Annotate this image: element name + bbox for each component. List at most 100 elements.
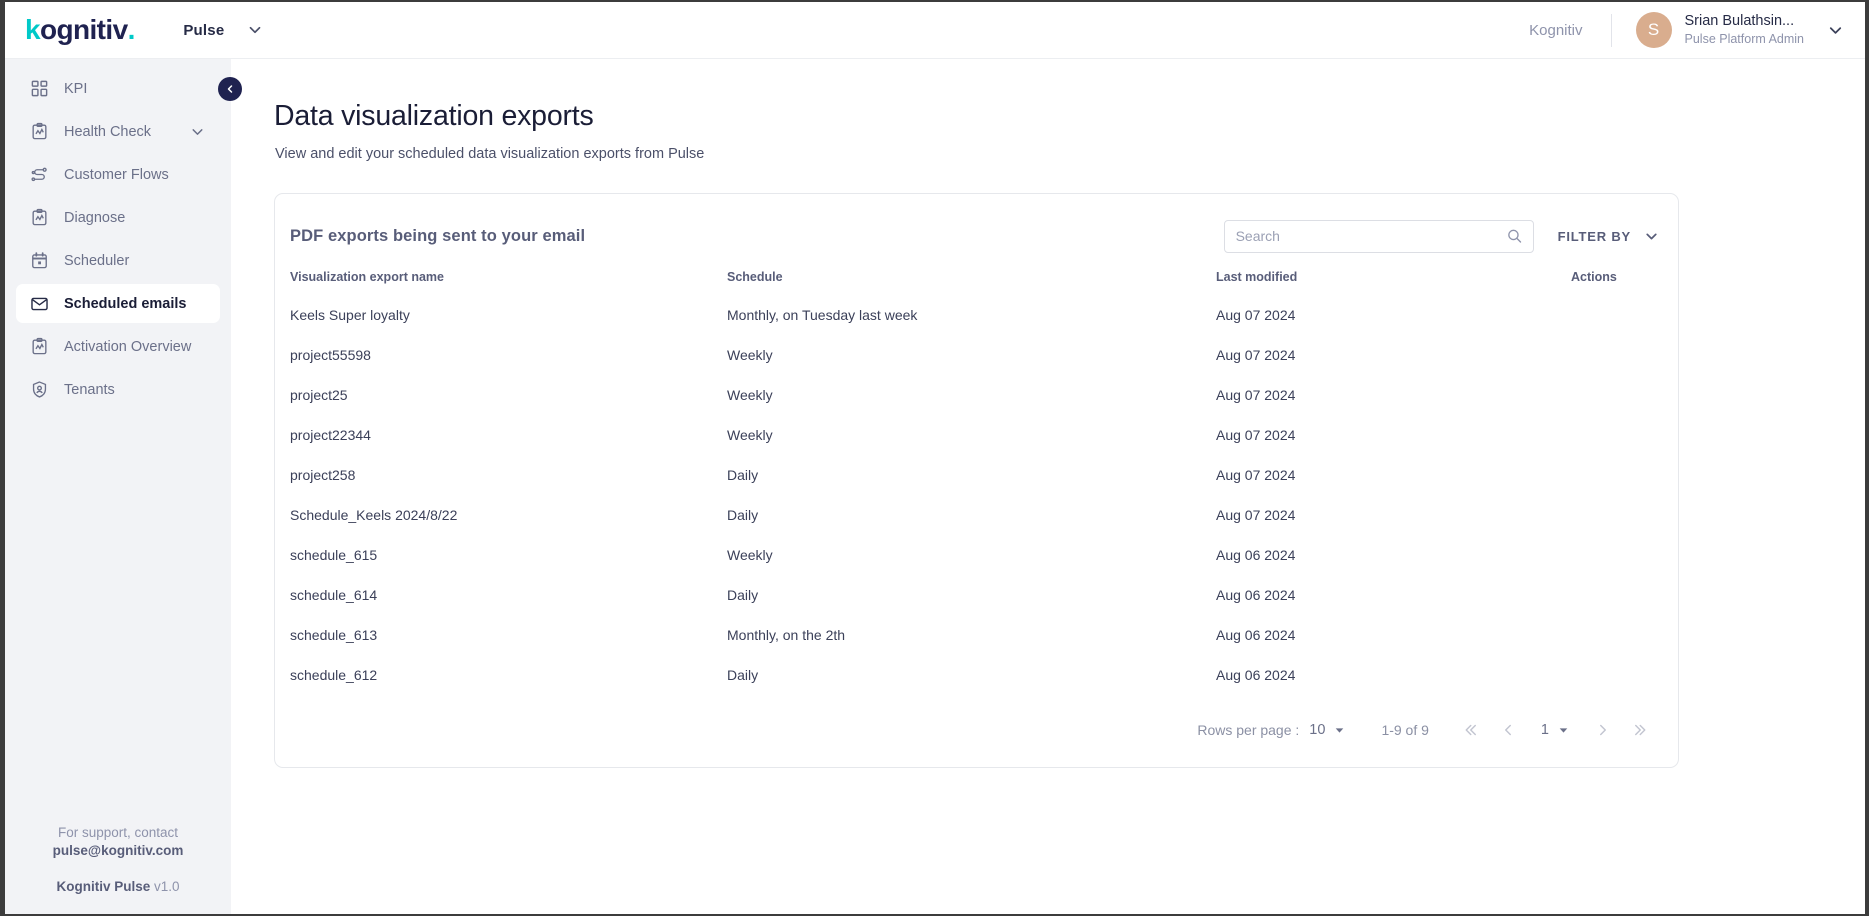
search-box[interactable] [1223,219,1534,253]
actions-cell[interactable] [1571,455,1678,495]
schedule-cell: Daily [727,587,759,603]
table-header: Visualization export name Schedule Last … [275,258,1678,295]
product-name-label: Kognitiv Pulse [56,879,151,894]
sidebar-item-tenants[interactable]: Tenants [16,370,220,409]
envelope-icon [30,294,49,313]
column-header-name[interactable]: Visualization export name [275,258,727,295]
actions-cell[interactable] [1571,415,1678,455]
user-menu-chevron[interactable] [1826,21,1845,40]
clipboard-chart-icon [30,337,49,356]
card-header: PDF exports being sent to your email FIL… [275,194,1678,258]
export-name-cell: schedule_612 [290,667,378,683]
sidebar-item-diagnose[interactable]: Diagnose [16,198,220,237]
table-row[interactable]: project258 Daily Aug 07 2024 [275,455,1678,495]
version-number-label: v1.0 [154,879,180,894]
actions-cell[interactable] [1571,655,1678,695]
table-row[interactable]: schedule_612 Daily Aug 06 2024 [275,655,1678,695]
actions-cell[interactable] [1571,335,1678,375]
sidebar-item-label: Scheduler [64,252,130,269]
app-switcher-button[interactable] [246,21,264,39]
search-icon[interactable] [1506,228,1523,245]
table-row[interactable]: schedule_614 Daily Aug 06 2024 [275,575,1678,615]
table-row[interactable]: project25 Weekly Aug 07 2024 [275,375,1678,415]
exports-card: PDF exports being sent to your email FIL… [274,193,1679,768]
column-header-schedule[interactable]: Schedule [727,258,1216,295]
actions-cell[interactable] [1571,375,1678,415]
table-row[interactable]: Keels Super loyalty Monthly, on Tuesday l… [275,295,1678,335]
sidebar-item-scheduled-emails[interactable]: Scheduled emails [16,284,220,323]
sidebar-item-health-check[interactable]: Health Check [16,112,220,151]
user-meta: Srian Bulathsin... Pulse Platform Admin [1685,12,1805,48]
last-page-button[interactable] [1622,715,1660,745]
chevron-left-icon [224,83,236,95]
last-modified-cell: Aug 07 2024 [1216,467,1296,483]
actions-cell[interactable] [1571,495,1678,535]
kognitiv-logo[interactable]: k ognitiv. [25,14,135,46]
sidebar-item-label: Activation Overview [64,338,192,355]
schedule-cell: Weekly [727,387,773,403]
double-chevron-left-icon [1461,721,1479,739]
browser-page-frame: k ognitiv. Pulse Kognitiv S Srian Bulaths… [0,0,1869,916]
sidebar-item-label: KPI [64,80,88,97]
sidebar-item-label: Diagnose [64,209,126,226]
export-name-cell: project55598 [290,347,371,363]
schedule-cell: Weekly [727,547,773,563]
chevron-down-icon[interactable] [189,123,206,140]
table-row[interactable]: schedule_615 Weekly Aug 06 2024 [275,535,1678,575]
first-page-button[interactable] [1451,715,1489,745]
export-name-cell: schedule_614 [290,587,378,603]
sidebar-item-customer-flows[interactable]: Customer Flows [16,155,220,194]
schedule-cell: Monthly, on Tuesday last week [727,307,918,323]
last-modified-cell: Aug 07 2024 [1216,347,1296,363]
table-header-row: Visualization export name Schedule Last … [275,258,1678,295]
sidebar-item-kpi[interactable]: KPI [16,69,220,108]
shield-user-icon [30,380,49,399]
chevron-down-icon [246,21,264,39]
sidebar-item-scheduler[interactable]: Scheduler [16,241,220,280]
support-contact-label: For support, contact [57,825,179,840]
clipboard-chart-icon [30,208,49,227]
support-email-link[interactable]: pulse@kognitiv.com [5,843,231,858]
table-body: Keels Super loyalty Monthly, on Tuesday l… [275,295,1678,695]
sidebar-footer: For support, contact pulse@kognitiv.com … [5,825,231,914]
table-row[interactable]: project22344 Weekly Aug 07 2024 [275,415,1678,455]
table-row[interactable]: schedule_613 Monthly, on the 2th Aug 06 20… [275,615,1678,655]
page-number-select[interactable]: 1 [1541,722,1570,738]
column-header-modified[interactable]: Last modified [1216,258,1571,295]
previous-page-button[interactable] [1489,715,1527,745]
schedule-cell: Daily [727,667,759,683]
user-menu-button[interactable]: S Srian Bulathsin... Pulse Platform Admi… [1612,2,1866,58]
search-input[interactable] [1224,220,1533,252]
user-role-label: Pulse Platform Admin [1684,32,1805,47]
table-row[interactable]: project55598 Weekly Aug 07 2024 [275,335,1678,375]
calendar-icon [30,251,49,270]
last-modified-cell: Aug 07 2024 [1216,307,1296,323]
table-row[interactable]: Schedule_Keels 2024/8/22 Daily Aug 07 2024 [275,495,1678,535]
last-modified-cell: Aug 06 2024 [1216,627,1296,643]
schedule-cell: Daily [727,467,759,483]
last-modified-cell: Aug 06 2024 [1216,587,1296,603]
rows-per-page-select[interactable]: 10 [1309,722,1346,738]
sidebar-item-activation-overview[interactable]: Activation Overview [16,327,220,366]
version-line: Kognitiv Pulse v1.0 [5,879,231,894]
pagination: Rows per page : 10 1-9 of 9 1 [275,695,1678,757]
schedule-cell: Monthly, on the 2th [727,627,846,643]
tenant-name-label: Kognitiv [1529,21,1583,39]
filter-by-label: FILTER BY [1557,228,1631,244]
schedule-cell: Weekly [727,427,773,443]
current-page-value: 1 [1540,722,1549,738]
filter-by-button[interactable]: FILTER BY [1558,228,1660,245]
sidebar-collapse-button[interactable] [218,77,242,101]
sidebar-item-label: Health Check [64,123,152,140]
actions-cell[interactable] [1571,535,1678,575]
chevron-down-icon [1826,21,1845,40]
export-name-cell: Schedule_Keels 2024/8/22 [290,507,458,523]
logo-k-letter: k [25,14,41,45]
grid-icon [30,79,49,98]
next-page-button[interactable] [1584,715,1622,745]
actions-cell[interactable] [1571,575,1678,615]
actions-cell[interactable] [1571,295,1678,335]
chevron-left-icon [1499,721,1517,739]
card-title: PDF exports being sent to your email [290,226,586,245]
actions-cell[interactable] [1571,615,1678,655]
